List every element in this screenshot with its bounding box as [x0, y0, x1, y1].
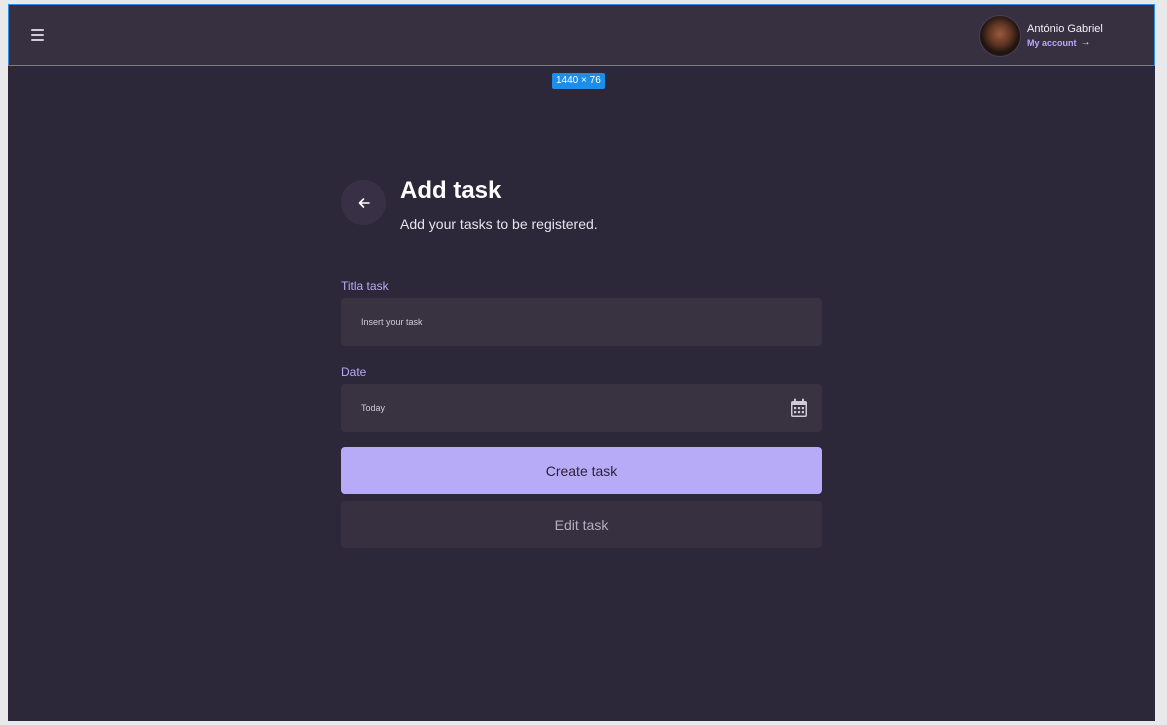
title-task-placeholder: Insert your task: [361, 317, 423, 327]
arrow-right-icon: →: [1080, 36, 1091, 48]
title-task-label: Titla task: [341, 279, 389, 293]
date-input[interactable]: Today: [341, 384, 822, 432]
arrow-left-icon: [358, 197, 370, 208]
date-value: Today: [361, 403, 386, 413]
user-name: António Gabriel: [1027, 22, 1103, 35]
frame-dimension-badge: 1440 × 76: [552, 73, 605, 89]
top-header: António Gabriel My account →: [8, 4, 1155, 66]
edit-task-label: Edit task: [554, 516, 609, 533]
back-button[interactable]: [341, 180, 386, 225]
calendar-icon[interactable]: [790, 398, 808, 418]
menu-icon[interactable]: [29, 27, 49, 43]
page-title: Add task: [400, 177, 502, 204]
create-task-button[interactable]: Create task: [341, 447, 822, 494]
user-profile[interactable]: António Gabriel My account →: [979, 15, 1103, 57]
date-label: Date: [341, 365, 367, 379]
app-frame: António Gabriel My account → 1440 × 76 A…: [8, 4, 1155, 721]
title-task-input[interactable]: Insert your task: [341, 298, 822, 346]
edit-task-button[interactable]: Edit task: [341, 501, 822, 548]
page-subtitle: Add your tasks to be registered.: [400, 216, 598, 232]
my-account-label: My account: [1027, 37, 1077, 48]
avatar[interactable]: [979, 15, 1021, 57]
my-account-link[interactable]: My account →: [1027, 36, 1103, 50]
user-info: António Gabriel My account →: [1027, 23, 1103, 50]
create-task-label: Create task: [545, 462, 618, 479]
